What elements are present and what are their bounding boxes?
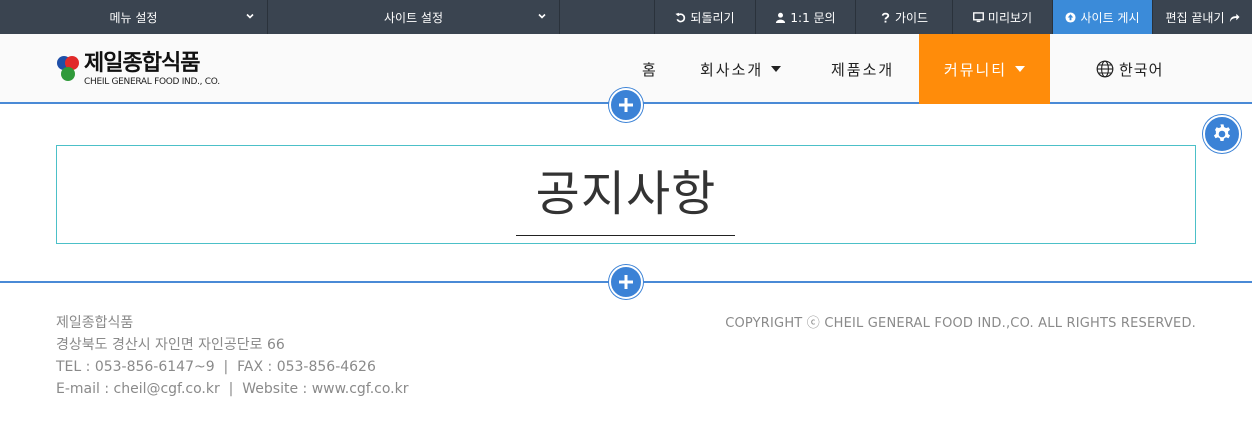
nav-about-label: 회사소개	[700, 60, 764, 79]
footer-company: 제일종합식품	[56, 315, 134, 331]
caret-down-icon	[1015, 66, 1026, 72]
logo-english-name: CHEIL GENERAL FOOD IND., CO.	[84, 77, 220, 87]
nav-products-label: 제품소개	[831, 60, 895, 79]
nav-community-label: 커뮤니티	[943, 60, 1008, 79]
chevron-down-icon	[246, 13, 254, 19]
undo-icon	[675, 12, 686, 22]
nav-home[interactable]: 홈	[642, 34, 658, 104]
site-settings-label: 사이트 설정	[383, 10, 443, 25]
publish-label: 사이트 게시	[1080, 10, 1140, 25]
footer-email-website: E-mail : cheil@cgf.co.kr | Website : www…	[56, 381, 409, 397]
footer-info: 제일종합식품 경상북도 경산시 자인면 자인공단로 66 TEL : 053-8…	[56, 312, 408, 400]
end-editing-button[interactable]: 편집 끝내기	[1153, 0, 1252, 34]
inquiry-button[interactable]: 1:1 문의	[756, 0, 856, 34]
inquiry-label: 1:1 문의	[790, 10, 836, 25]
add-section-button[interactable]	[609, 265, 643, 299]
plus-icon	[619, 275, 633, 289]
section-settings-button[interactable]	[1203, 115, 1241, 153]
nav-about[interactable]: 회사소개	[700, 34, 782, 104]
title-section[interactable]: 공지사항	[56, 145, 1196, 244]
menu-settings-dropdown[interactable]: 메뉴 설정	[0, 0, 268, 34]
language-label: 한국어	[1119, 60, 1164, 79]
user-icon	[776, 12, 786, 23]
site-logo[interactable]: 제일종합식품 CHEIL GENERAL FOOD IND., CO.	[56, 52, 256, 92]
logo-mark-icon	[57, 56, 79, 81]
guide-button[interactable]: 가이드	[856, 0, 953, 34]
nav-products[interactable]: 제품소개	[831, 34, 894, 104]
title-underline	[516, 235, 735, 236]
publish-site-button[interactable]: 사이트 게시	[1053, 0, 1153, 34]
guide-label: 가이드	[894, 10, 929, 25]
monitor-icon	[972, 11, 984, 22]
nav-community[interactable]: 커뮤니티	[919, 34, 1050, 104]
question-icon	[881, 12, 890, 23]
admin-toolbar: 메뉴 설정 사이트 설정 되돌리기 1:1 문의 가이드 미리보기 사이트 게시…	[0, 0, 1252, 34]
preview-button[interactable]: 미리보기	[953, 0, 1053, 34]
toolbar-spacer	[560, 0, 655, 34]
logo-korean-name: 제일종합식품	[84, 51, 200, 76]
gear-icon	[1213, 124, 1231, 142]
footer-phone-fax: TEL : 053-856-6147~9 | FAX : 053-856-462…	[56, 359, 376, 375]
page-title: 공지사항	[535, 166, 717, 222]
end-edit-label: 편집 끝내기	[1165, 10, 1225, 25]
add-section-button[interactable]	[609, 88, 643, 122]
nav-home-label: 홈	[642, 60, 658, 79]
language-selector[interactable]: 한국어	[1096, 34, 1163, 104]
footer-copyright: COPYRIGHT ⓒ CHEIL GENERAL FOOD IND.,CO. …	[725, 316, 1196, 331]
chevron-down-icon	[538, 13, 546, 19]
globe-icon	[1096, 60, 1114, 78]
undo-button[interactable]: 되돌리기	[655, 0, 756, 34]
footer-address: 경상북도 경산시 자인면 자인공단로 66	[56, 337, 285, 353]
menu-settings-label: 메뉴 설정	[109, 10, 158, 25]
caret-down-icon	[771, 66, 782, 72]
site-settings-dropdown[interactable]: 사이트 설정	[268, 0, 560, 34]
plus-icon	[619, 98, 633, 112]
upload-icon	[1065, 11, 1077, 23]
undo-label: 되돌리기	[690, 10, 735, 25]
share-arrow-icon	[1229, 13, 1240, 22]
preview-label: 미리보기	[987, 10, 1033, 25]
